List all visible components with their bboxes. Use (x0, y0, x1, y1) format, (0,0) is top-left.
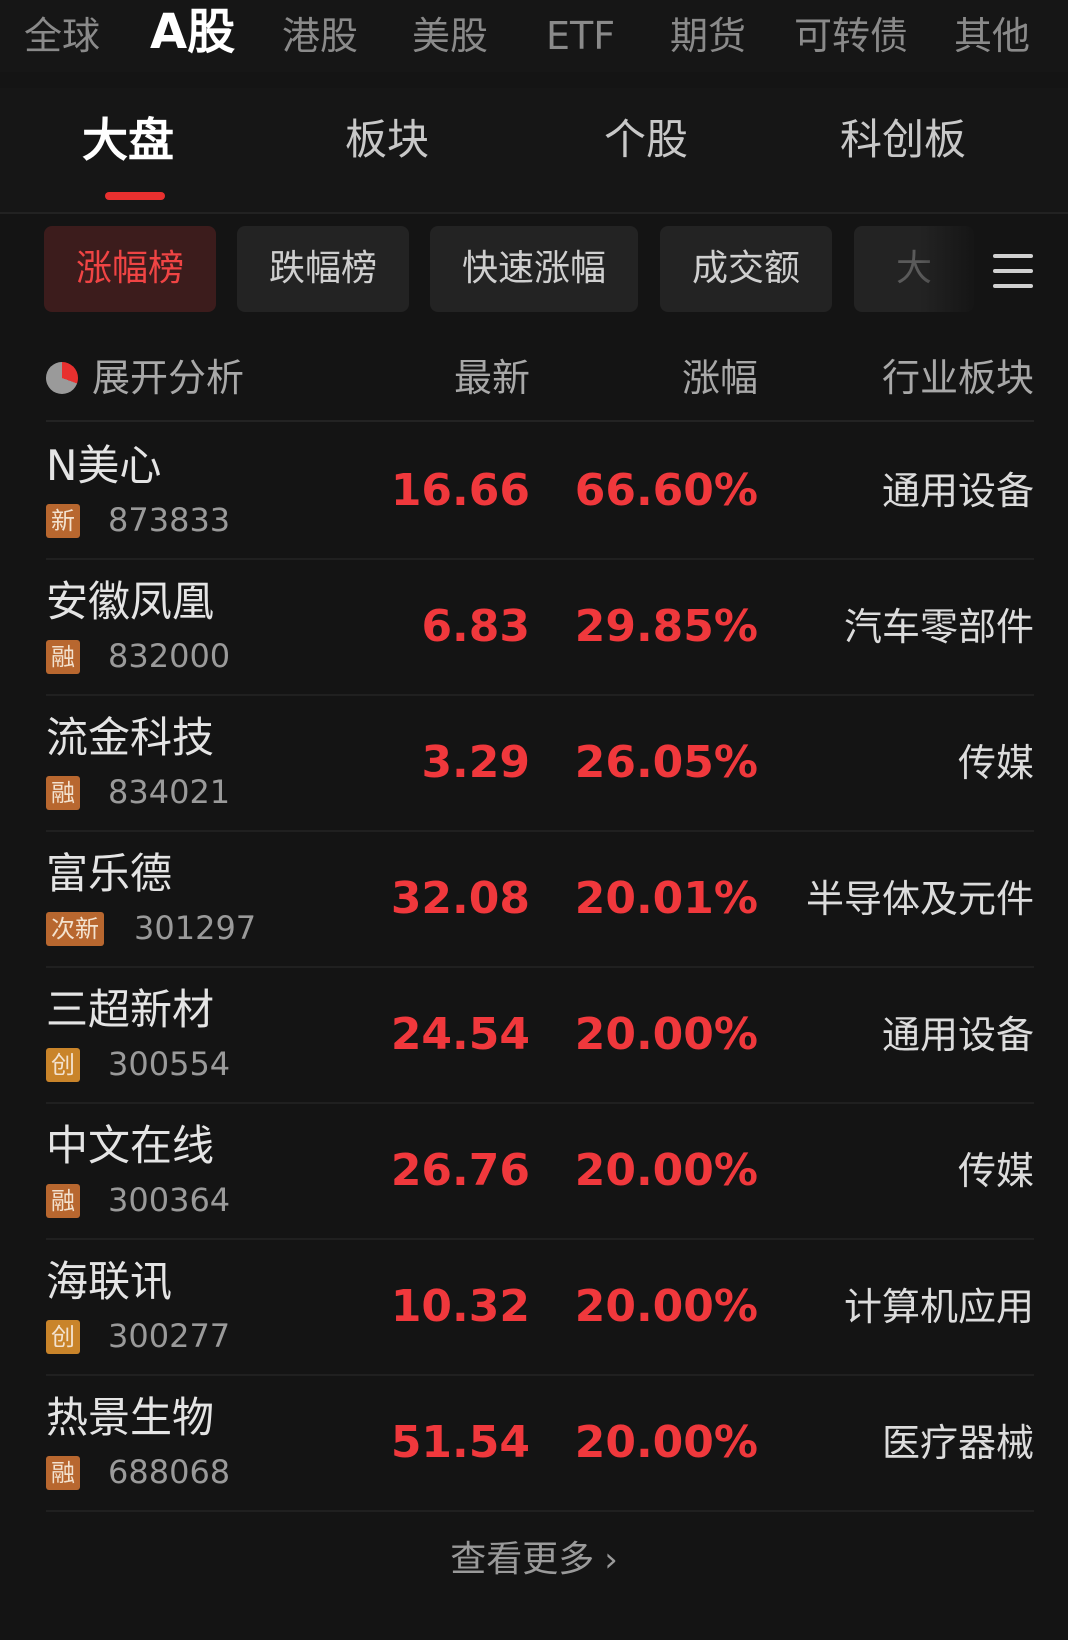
stock-name: 安徽凤凰 (46, 577, 215, 626)
expand-analysis-label: 展开分析 (92, 356, 245, 400)
stock-name: 热景生物 (46, 1393, 215, 1442)
tab-overview[interactable]: 大盘 (82, 110, 174, 170)
table-header: 展开分析 最新 涨幅 行业板块 (46, 340, 1034, 422)
stock-code: 873833 (108, 501, 231, 539)
stock-code: 688068 (108, 1453, 231, 1491)
stock-tag-badge: 创 (46, 1320, 80, 1354)
stock-tag-badge: 新 (46, 504, 80, 538)
stock-code: 832000 (108, 637, 231, 675)
change-percent: 20.00% (574, 1145, 758, 1196)
stock-code: 300364 (108, 1181, 231, 1219)
stock-name: 海联讯 (46, 1257, 173, 1306)
stock-tag-badge: 创 (46, 1048, 80, 1082)
industry-sector: 半导体及元件 (805, 877, 1034, 921)
market-tab-global[interactable]: 全球 (24, 6, 100, 66)
chip-top-gainers[interactable]: 涨幅榜 (44, 226, 216, 312)
chip-top-losers[interactable]: 跌幅榜 (237, 226, 409, 312)
industry-sector: 医疗器械 (881, 1421, 1034, 1465)
stock-code: 301297 (134, 909, 257, 947)
menu-icon[interactable] (993, 254, 1033, 288)
stock-list: N美心 新 873833 16.66 66.60% 通用设备 安徽凤凰 融 83… (46, 424, 1034, 1512)
column-header-change[interactable]: 涨幅 (682, 350, 758, 406)
change-percent: 26.05% (574, 737, 758, 788)
active-tab-indicator (105, 192, 165, 200)
latest-price: 16.66 (390, 465, 530, 516)
market-tab-etf[interactable]: ETF (546, 6, 615, 66)
tab-stocks[interactable]: 个股 (604, 110, 688, 170)
change-percent: 20.00% (574, 1417, 758, 1468)
column-header-sector: 行业板块 (881, 356, 1034, 400)
market-tab-bar: 全球 A股 港股 美股 ETF 期货 可转债 其他 (0, 0, 1068, 72)
stock-code: 834021 (108, 773, 231, 811)
stock-tag-badge: 融 (46, 640, 80, 674)
chip-turnover[interactable]: 成交额 (660, 226, 832, 312)
latest-price: 26.76 (390, 1145, 530, 1196)
change-percent: 20.00% (574, 1281, 758, 1332)
table-row[interactable]: 三超新材 创 300554 24.54 20.00% 通用设备 (46, 968, 1034, 1104)
stock-name: 中文在线 (46, 1121, 215, 1170)
table-row[interactable]: 流金科技 融 834021 3.29 26.05% 传媒 (46, 696, 1034, 832)
market-tab-convertible-bonds[interactable]: 可转债 (794, 6, 908, 66)
tab-star-market[interactable]: 科创板 (840, 110, 966, 170)
market-tab-other[interactable]: 其他 (954, 6, 1068, 66)
change-percent: 66.60% (574, 465, 758, 516)
stock-tag-badge: 融 (46, 1184, 80, 1218)
market-tab-a-shares[interactable]: A股 (150, 2, 235, 62)
industry-sector: 通用设备 (881, 1013, 1034, 1057)
change-percent: 29.85% (574, 601, 758, 652)
industry-sector: 通用设备 (881, 469, 1034, 513)
change-percent: 20.01% (574, 873, 758, 924)
latest-price: 10.32 (390, 1281, 530, 1332)
chevron-right-icon: › (604, 1540, 618, 1580)
stock-name: 流金科技 (46, 713, 215, 762)
stock-name: N美心 (46, 441, 162, 490)
table-row[interactable]: 中文在线 融 300364 26.76 20.00% 传媒 (46, 1104, 1034, 1240)
view-more-label: 查看更多 (450, 1539, 595, 1580)
pie-chart-icon (46, 362, 78, 394)
ranking-filter-bar: 涨幅榜 跌幅榜 快速涨幅 成交额 大 (0, 220, 1068, 320)
stock-tag-badge: 次新 (46, 912, 104, 946)
stock-tag-badge: 融 (46, 776, 80, 810)
stock-name: 三超新材 (46, 985, 215, 1034)
market-tab-us[interactable]: 美股 (412, 6, 488, 66)
table-row[interactable]: 海联讯 创 300277 10.32 20.00% 计算机应用 (46, 1240, 1034, 1376)
table-row[interactable]: 热景生物 融 688068 51.54 20.00% 医疗器械 (46, 1376, 1034, 1512)
latest-price: 6.83 (421, 601, 530, 652)
market-tab-hk[interactable]: 港股 (282, 6, 358, 66)
stock-code: 300554 (108, 1045, 231, 1083)
latest-price: 51.54 (390, 1417, 530, 1468)
stock-tag-badge: 融 (46, 1456, 80, 1490)
sub-tab-bar: 大盘 板块 个股 科创板 (0, 88, 1068, 214)
industry-sector: 传媒 (957, 1149, 1034, 1193)
latest-price: 3.29 (421, 737, 530, 788)
chip-fast-rise[interactable]: 快速涨幅 (430, 226, 638, 312)
view-more-link[interactable]: 查看更多 › (0, 1530, 1068, 1590)
tab-sectors[interactable]: 板块 (345, 110, 429, 170)
stock-name: 富乐德 (46, 849, 173, 898)
industry-sector: 计算机应用 (843, 1285, 1034, 1329)
table-row[interactable]: 安徽凤凰 融 832000 6.83 29.85% 汽车零部件 (46, 560, 1034, 696)
column-header-latest[interactable]: 最新 (454, 350, 530, 406)
table-row[interactable]: 富乐德 次新 301297 32.08 20.01% 半导体及元件 (46, 832, 1034, 968)
industry-sector: 汽车零部件 (843, 605, 1034, 649)
latest-price: 32.08 (390, 873, 530, 924)
change-percent: 20.00% (574, 1009, 758, 1060)
stock-code: 300277 (108, 1317, 231, 1355)
latest-price: 24.54 (390, 1009, 530, 1060)
table-row[interactable]: N美心 新 873833 16.66 66.60% 通用设备 (46, 424, 1034, 560)
market-tab-futures[interactable]: 期货 (670, 6, 746, 66)
industry-sector: 传媒 (957, 741, 1034, 785)
